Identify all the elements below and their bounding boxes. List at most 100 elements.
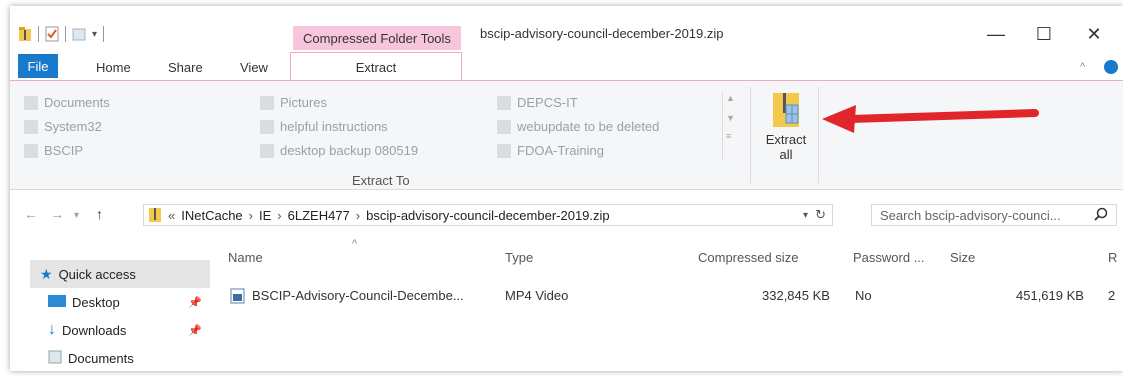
pin-icon[interactable]: 📌: [188, 296, 202, 309]
tab-share[interactable]: Share: [168, 56, 203, 78]
new-folder-icon[interactable]: [72, 26, 86, 42]
file-name[interactable]: BSCIP-Advisory-Council-Decembe...: [252, 288, 464, 303]
dest-label: helpful instructions: [280, 119, 388, 134]
documents-icon: [24, 95, 38, 110]
properties-icon[interactable]: [45, 26, 59, 42]
folder-icon[interactable]: [18, 26, 32, 42]
dest-label: DEPCS-IT: [517, 95, 578, 110]
breadcrumb-ie[interactable]: IE: [259, 208, 271, 223]
up-icon[interactable]: ↑: [96, 206, 103, 222]
star-icon: ★: [40, 265, 53, 282]
sort-ascending-icon: ^: [352, 238, 358, 250]
dest-webupdate[interactable]: webupdate to be deleted: [497, 119, 659, 134]
address-bar[interactable]: « INetCache › IE › 6LZEH477 › bscip-advi…: [143, 204, 833, 226]
column-header-ratio[interactable]: R: [1108, 250, 1117, 265]
ribbon-panel: Documents Pictures DEPCS-IT System32 hel…: [10, 80, 1123, 190]
nav-quick-access[interactable]: ★ Quick access: [30, 260, 210, 288]
recent-locations-icon[interactable]: ▾: [74, 210, 79, 221]
customize-qat-icon[interactable]: ▾: [92, 29, 97, 40]
scroll-up-icon[interactable]: ▲: [723, 91, 739, 105]
nav-label: Documents: [68, 350, 134, 366]
dest-label: webupdate to be deleted: [517, 119, 660, 134]
desktop-icon: [48, 294, 66, 311]
search-box[interactable]: Search bscip-advisory-counci...: [871, 204, 1117, 226]
context-tab-label: Compressed Folder Tools: [293, 26, 461, 50]
ribbon-tabs: File Home Share View Extract ^: [10, 52, 1123, 81]
column-header-type[interactable]: Type: [505, 250, 533, 265]
folder-icon: [260, 119, 274, 134]
video-file-icon: [230, 288, 246, 307]
file-ratio: 2: [1108, 288, 1116, 303]
breadcrumb-6lzeh477[interactable]: 6LZEH477: [288, 208, 350, 223]
gallery-more-icon[interactable]: ≡: [723, 123, 739, 141]
nav-label: Downloads: [62, 322, 127, 338]
tab-view[interactable]: View: [240, 56, 268, 78]
content-area: ★ Quick access Desktop 📌 ↓ Downloads 📌 D…: [10, 238, 1123, 371]
dest-fdoa-training[interactable]: FDOA-Training: [497, 143, 604, 158]
collapse-ribbon-icon[interactable]: ^: [1080, 56, 1085, 78]
help-icon[interactable]: [1104, 56, 1118, 78]
dest-bscip[interactable]: BSCIP: [24, 143, 83, 158]
gallery-scrollbar[interactable]: ▲ ▼ ≡: [722, 91, 739, 161]
dest-pictures[interactable]: Pictures: [260, 95, 327, 110]
tab-extract[interactable]: Extract: [290, 52, 462, 81]
column-header-compressed-size[interactable]: Compressed size: [698, 250, 798, 265]
search-icon[interactable]: [1094, 207, 1108, 224]
minimize-button[interactable]: —: [976, 20, 1016, 48]
folder-icon: [497, 119, 511, 134]
nav-documents[interactable]: Documents: [30, 344, 210, 371]
quick-access-toolbar: ▾: [18, 26, 105, 42]
forward-icon[interactable]: →: [50, 206, 64, 222]
group-label-extract-to: Extract To: [352, 173, 410, 188]
explorer-window: ▾ Compressed Folder Tools bscip-advisory…: [10, 6, 1123, 371]
breadcrumb-zip[interactable]: bscip-advisory-council-december-2019.zip: [366, 208, 610, 223]
chevron-right-icon[interactable]: ›: [356, 208, 360, 223]
column-header-name[interactable]: Name: [228, 250, 263, 265]
file-password: No: [855, 288, 872, 303]
extract-all-icon: [771, 91, 801, 132]
chevron-right-icon[interactable]: ›: [277, 208, 281, 223]
file-size: 451,619 KB: [1016, 288, 1084, 303]
scroll-down-icon[interactable]: ▼: [723, 105, 739, 123]
address-row: ← → ▾ ↑ « INetCache › IE › 6LZEH477 › bs…: [10, 196, 1123, 232]
address-dropdown-icon[interactable]: ▾: [803, 210, 808, 221]
dest-documents[interactable]: Documents: [24, 95, 110, 110]
annotation-arrow-icon: [820, 99, 1050, 142]
breadcrumb-inetcache[interactable]: INetCache: [181, 208, 242, 223]
dest-label: System32: [44, 119, 102, 134]
column-header-size[interactable]: Size: [950, 250, 975, 265]
pin-icon[interactable]: 📌: [188, 324, 202, 337]
nav-downloads[interactable]: ↓ Downloads 📌: [30, 316, 210, 344]
divider: [750, 87, 751, 183]
chevron-right-icon[interactable]: ›: [249, 208, 253, 223]
dest-system32[interactable]: System32: [24, 119, 102, 134]
nav-desktop[interactable]: Desktop 📌: [30, 288, 210, 316]
tab-home[interactable]: Home: [96, 56, 131, 78]
back-icon[interactable]: ←: [24, 206, 38, 222]
nav-label: Quick access: [58, 266, 136, 282]
address-overflow[interactable]: «: [168, 208, 175, 223]
column-header-password[interactable]: Password ...: [853, 250, 925, 265]
dest-desktop-backup[interactable]: desktop backup 080519: [260, 143, 418, 158]
zip-folder-icon: [149, 208, 161, 222]
dest-depcs-it[interactable]: DEPCS-IT: [497, 95, 578, 110]
file-compressed-size: 332,845 KB: [762, 288, 830, 303]
dest-label: BSCIP: [44, 143, 84, 158]
divider: [38, 26, 39, 42]
refresh-icon[interactable]: ↻: [815, 207, 826, 223]
extract-all-label-2: all: [779, 147, 793, 162]
close-button[interactable]: ✕: [1074, 20, 1114, 48]
tab-file[interactable]: File: [18, 54, 58, 78]
file-type: MP4 Video: [505, 288, 569, 303]
divider: [818, 87, 819, 183]
dest-label: Pictures: [280, 95, 327, 110]
divider: [65, 26, 66, 42]
dest-helpful-instructions[interactable]: helpful instructions: [260, 119, 388, 134]
navigation-pane: ★ Quick access Desktop 📌 ↓ Downloads 📌 D…: [30, 260, 210, 371]
folder-icon: [497, 143, 511, 158]
folder-icon: [24, 143, 38, 158]
dest-label: Documents: [44, 95, 110, 110]
extract-all-button[interactable]: Extract all: [758, 91, 814, 173]
download-icon: ↓: [48, 321, 56, 338]
maximize-button[interactable]: ☐: [1024, 20, 1064, 48]
